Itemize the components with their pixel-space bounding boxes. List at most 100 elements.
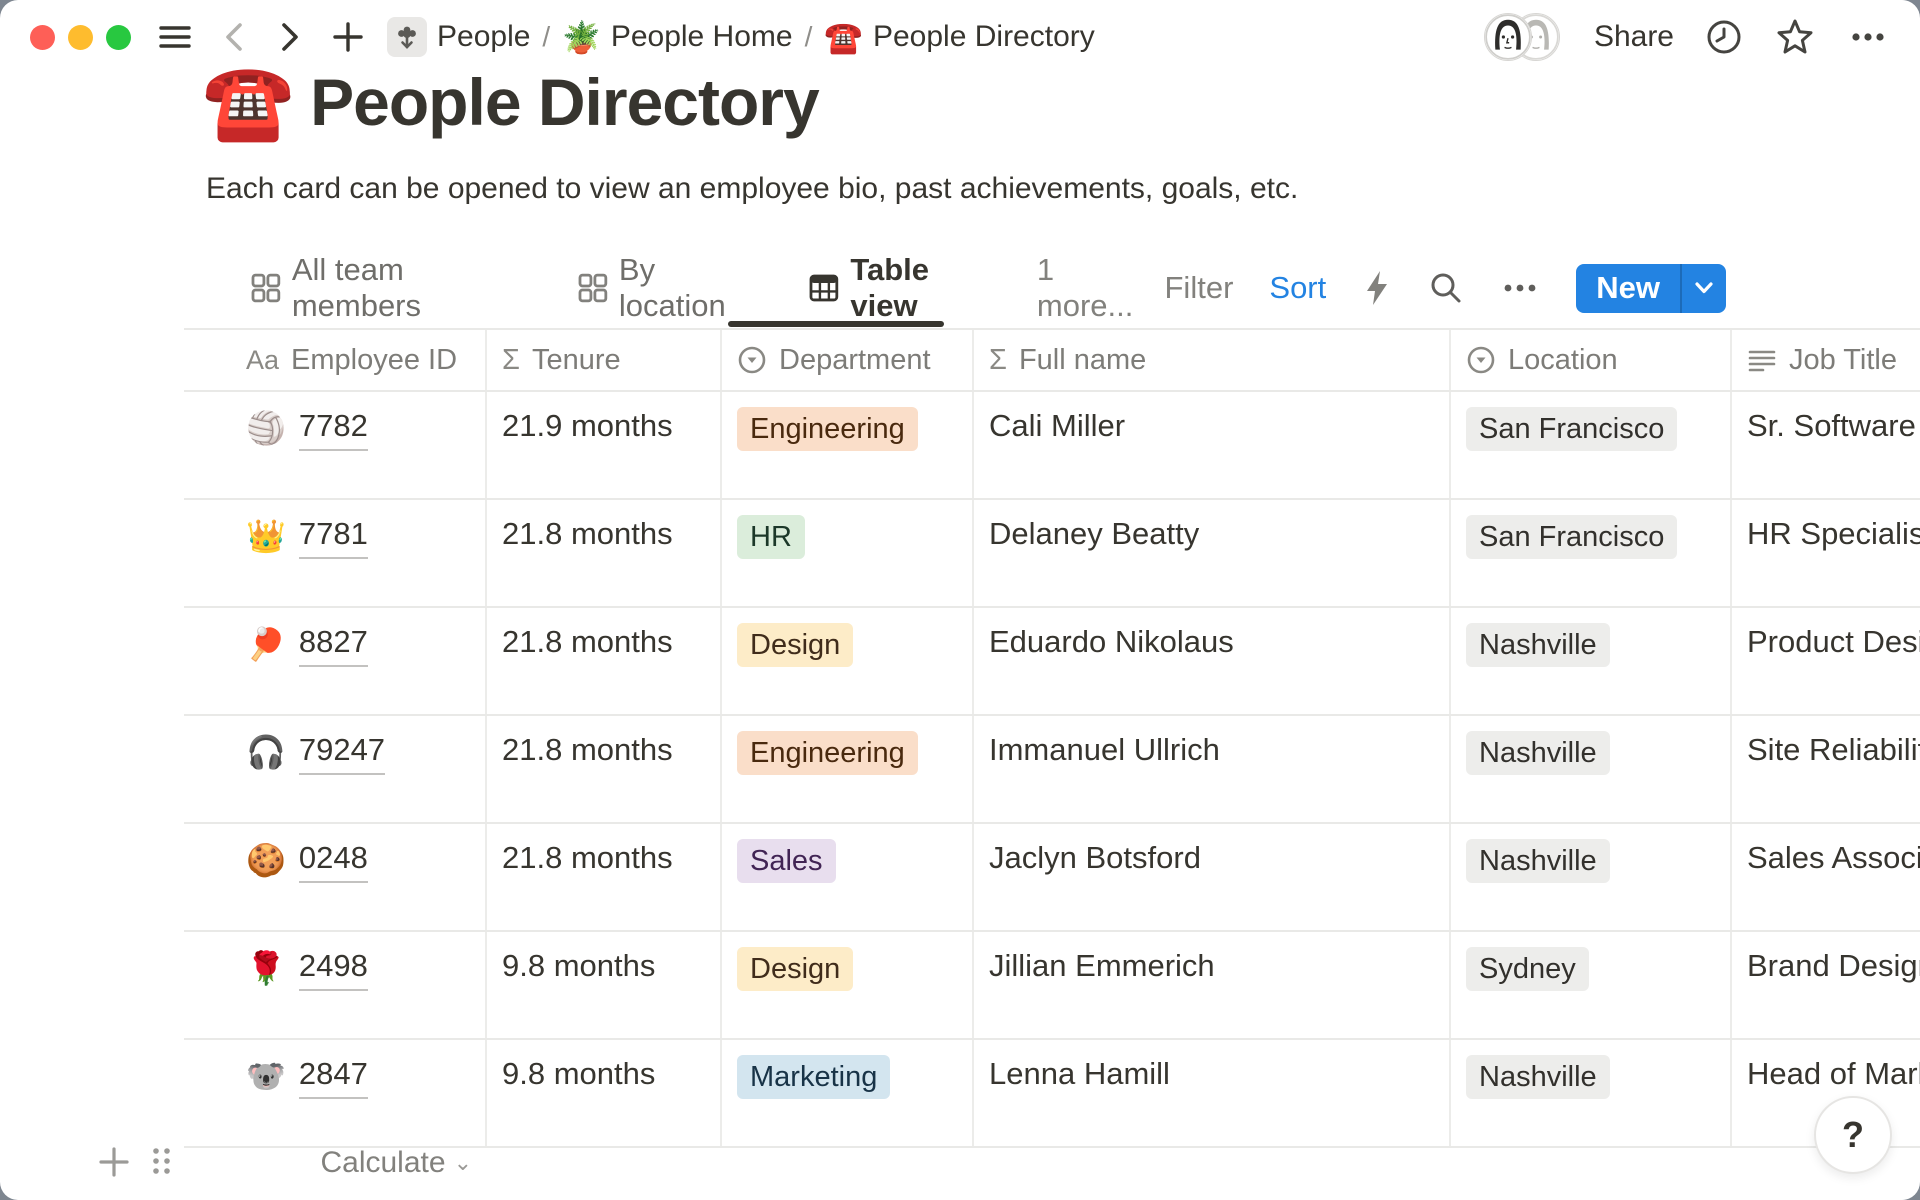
breadcrumb-people-home[interactable]: 🪴 People Home	[562, 20, 792, 54]
department-cell[interactable]: Design	[722, 932, 974, 1038]
back-icon[interactable]	[219, 19, 249, 55]
employee-id-link[interactable]: 0248	[299, 836, 368, 883]
employee-id-cell[interactable]: 🏓8827	[184, 608, 487, 714]
department-cell[interactable]: Design	[722, 608, 974, 714]
tenure-cell[interactable]: 21.8 months	[487, 500, 722, 606]
department-cell[interactable]: Marketing	[722, 1040, 974, 1146]
employee-id-link[interactable]: 2498	[299, 944, 368, 991]
filter-button[interactable]: Filter	[1165, 270, 1234, 306]
new-tab-icon[interactable]	[331, 20, 365, 54]
teamspace-flower-icon	[387, 17, 427, 57]
sort-button[interactable]: Sort	[1269, 270, 1326, 306]
employee-id-link[interactable]: 7781	[299, 512, 368, 559]
full-name-cell[interactable]: Eduardo Nikolaus	[974, 608, 1451, 714]
view-toolbar: All team members By location Table view …	[236, 252, 1726, 324]
calculate-dropdown[interactable]: Calculate ⌄	[184, 1146, 472, 1180]
full-name-cell[interactable]: Cali Miller	[974, 392, 1451, 498]
new-button[interactable]: New	[1576, 264, 1680, 313]
add-row-plus-icon[interactable]	[96, 1144, 132, 1185]
location-cell[interactable]: Nashville	[1451, 824, 1732, 930]
forward-icon[interactable]	[275, 19, 305, 55]
tenure-cell[interactable]: 21.8 months	[487, 608, 722, 714]
tab-all-team-members[interactable]: All team members	[236, 258, 555, 318]
location-cell[interactable]: Nashville	[1451, 1040, 1732, 1146]
full-name-value: Lenna Hamill	[989, 1056, 1170, 1091]
job-title-value: Brand Design	[1747, 948, 1920, 983]
zoom-button[interactable]	[106, 25, 131, 50]
location-badge: Sydney	[1466, 947, 1589, 991]
viewer-avatars[interactable]	[1484, 13, 1560, 61]
cookie-emoji-icon: 🍪	[246, 838, 286, 882]
plant-emoji-icon: 🪴	[562, 22, 601, 53]
department-cell[interactable]: Engineering	[722, 716, 974, 822]
location-cell[interactable]: Nashville	[1451, 608, 1732, 714]
employee-id-cell[interactable]: 🍪 0248	[184, 824, 487, 930]
employee-id-cell[interactable]: 👑7781	[184, 500, 487, 606]
job-title-value: Sr. Software E	[1747, 408, 1920, 443]
search-icon[interactable]	[1428, 270, 1464, 306]
full-name-cell[interactable]: Delaney Beatty	[974, 500, 1451, 606]
column-header-tenure[interactable]: Σ Tenure	[487, 330, 722, 390]
full-name-cell[interactable]: Jillian Emmerich	[974, 932, 1451, 1038]
drag-handle-icon[interactable]	[148, 1144, 174, 1183]
employee-id-cell[interactable]: 🐨2847	[184, 1040, 487, 1146]
column-header-employee-id[interactable]: Aa Employee ID	[184, 330, 487, 390]
tenure-value: 21.8 months	[502, 840, 673, 875]
breadcrumb-people-directory[interactable]: ☎️ People Directory	[824, 20, 1094, 54]
location-cell[interactable]: San Francisco	[1451, 392, 1732, 498]
tenure-cell[interactable]: 9.8 months	[487, 932, 722, 1038]
tab-by-location[interactable]: By location	[563, 258, 785, 318]
job-title-cell[interactable]: Site Reliability	[1732, 716, 1920, 822]
employee-id-cell[interactable]: 🌹2498	[184, 932, 487, 1038]
employee-id-cell[interactable]: 🏐7782	[184, 392, 487, 498]
employee-id-link[interactable]: 79247	[299, 728, 385, 775]
close-button[interactable]	[30, 25, 55, 50]
view-options-more-icon[interactable]	[1500, 270, 1540, 306]
tenure-cell[interactable]: 21.8 months	[487, 824, 722, 930]
location-cell[interactable]: Nashville	[1451, 716, 1732, 822]
column-header-department[interactable]: Department	[722, 330, 974, 390]
job-title-cell[interactable]: Sales Associa	[1732, 824, 1920, 930]
employee-id-link[interactable]: 7782	[299, 404, 368, 451]
star-icon[interactable]	[1774, 16, 1816, 58]
full-name-cell[interactable]: Lenna Hamill	[974, 1040, 1451, 1146]
employee-id-cell[interactable]: 🎧79247	[184, 716, 487, 822]
full-name-cell[interactable]: Jaclyn Botsford	[974, 824, 1451, 930]
department-badge: Sales	[737, 839, 836, 883]
page-icon-phone-emoji[interactable]: ☎️	[202, 65, 294, 139]
job-title-cell[interactable]: Product Desig	[1732, 608, 1920, 714]
column-header-location[interactable]: Location	[1451, 330, 1732, 390]
tenure-value: 21.8 months	[502, 516, 673, 551]
more-icon[interactable]	[1846, 17, 1890, 57]
sidebar-toggle-icon[interactable]	[157, 19, 193, 55]
minimize-button[interactable]	[68, 25, 93, 50]
location-cell[interactable]: Sydney	[1451, 932, 1732, 1038]
new-dropdown-chevron-icon[interactable]	[1680, 264, 1726, 313]
column-header-job-title[interactable]: Job Title	[1732, 330, 1920, 390]
tenure-cell[interactable]: 9.8 months	[487, 1040, 722, 1146]
tenure-cell[interactable]: 21.9 months	[487, 392, 722, 498]
department-cell[interactable]: Sales	[722, 824, 974, 930]
employee-id-link[interactable]: 2847	[299, 1052, 368, 1099]
department-cell[interactable]: HR	[722, 500, 974, 606]
job-title-cell[interactable]: Sr. Software E	[1732, 392, 1920, 498]
share-button[interactable]: Share	[1594, 20, 1674, 54]
department-badge: Design	[737, 947, 853, 991]
department-badge: Marketing	[737, 1055, 890, 1099]
department-badge: Engineering	[737, 407, 918, 451]
job-title-cell[interactable]: HR Specialist	[1732, 500, 1920, 606]
column-header-full-name[interactable]: Σ Full name	[974, 330, 1451, 390]
tenure-cell[interactable]: 21.8 months	[487, 716, 722, 822]
job-title-cell[interactable]: Brand Design	[1732, 932, 1920, 1038]
full-name-cell[interactable]: Immanuel Ullrich	[974, 716, 1451, 822]
employee-id-link[interactable]: 8827	[299, 620, 368, 667]
department-cell[interactable]: Engineering	[722, 392, 974, 498]
tab-table-view[interactable]: Table view	[793, 258, 1019, 318]
table-row: 👑7781 21.8 months HR Delaney Beatty San …	[184, 500, 1920, 608]
breadcrumb-people[interactable]: People	[387, 17, 530, 57]
lightning-icon[interactable]	[1362, 269, 1392, 307]
more-views-button[interactable]: 1 more...	[1031, 252, 1165, 324]
clock-icon[interactable]	[1704, 17, 1744, 57]
location-cell[interactable]: San Francisco	[1451, 500, 1732, 606]
help-button[interactable]: ?	[1814, 1096, 1892, 1174]
